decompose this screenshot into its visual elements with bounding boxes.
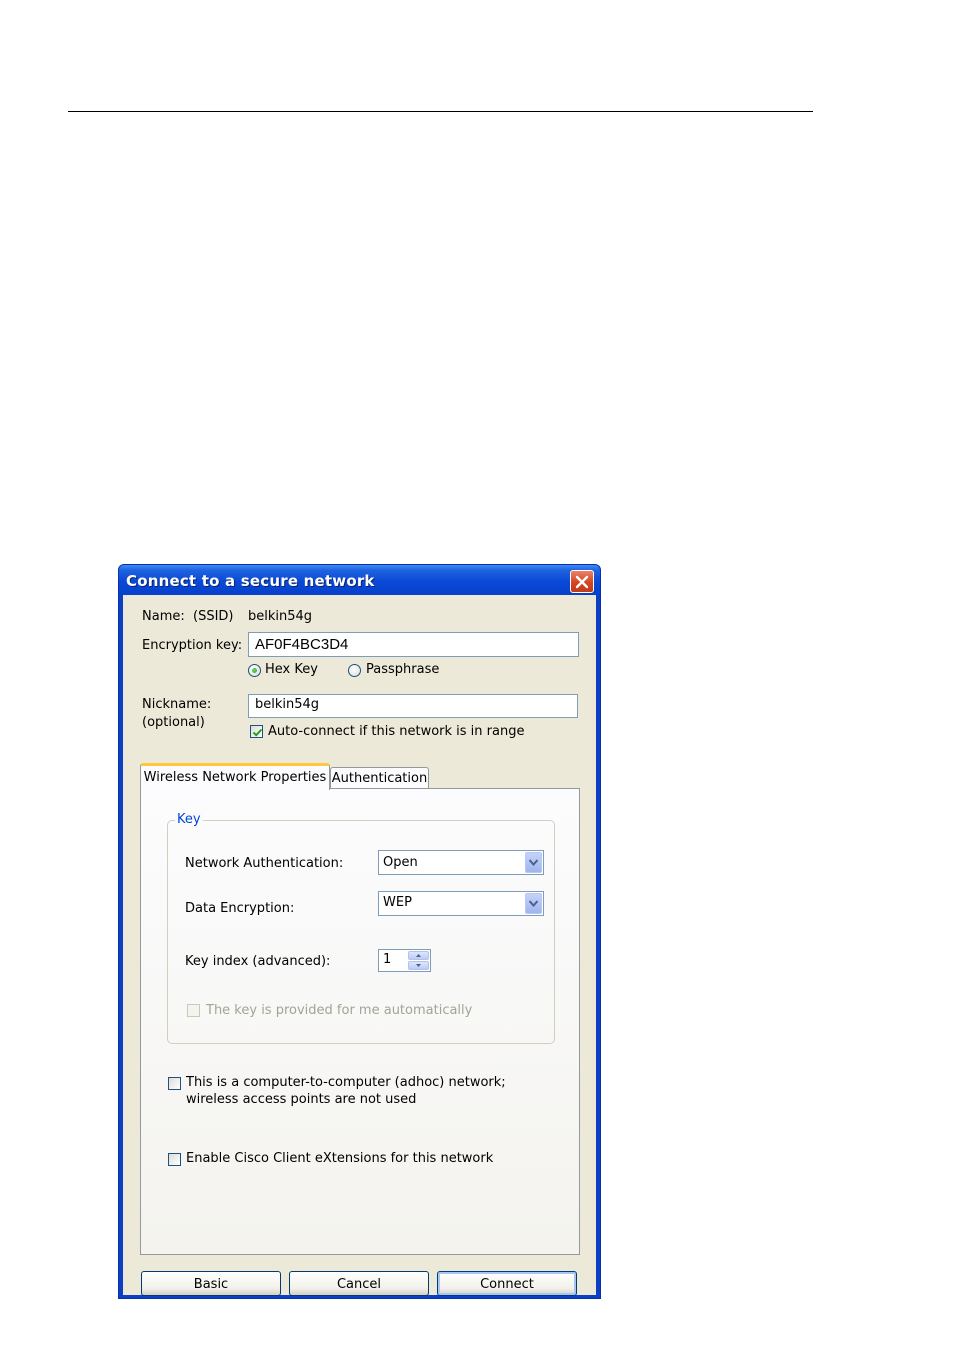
encryption-key-value: AF0F4BC3D4 [255, 636, 349, 653]
encryption-key-input[interactable]: AF0F4BC3D4 [248, 632, 579, 657]
data-encryption-value: WEP [383, 895, 412, 910]
basic-button-label: Basic [193, 1277, 229, 1292]
dropdown-button[interactable] [525, 852, 542, 873]
key-index-label: Key index (advanced): [185, 954, 331, 969]
checkmark-icon [252, 728, 263, 737]
spin-down-button[interactable] [408, 961, 429, 970]
chevron-down-icon [529, 859, 538, 866]
cisco-extensions-label[interactable]: Enable Cisco Client eXtensions for this … [186, 1151, 493, 1166]
key-index-value: 1 [383, 952, 392, 967]
nickname-label: Nickname: [142, 697, 212, 712]
arrow-up-icon [416, 954, 421, 957]
key-index-spinbox[interactable]: 1 [378, 949, 431, 972]
tab-label: Authentication [331, 771, 428, 786]
dialog-body: Name: (SSID) belkin54g Encryption key: A… [123, 595, 596, 1295]
network-authentication-select[interactable]: Open [378, 850, 544, 875]
nickname-value: belkin54g [255, 697, 320, 712]
cancel-button-label: Cancel [336, 1277, 382, 1292]
tab-label: Wireless Network Properties [143, 770, 327, 785]
basic-button[interactable]: Basic [141, 1271, 281, 1296]
dropdown-button[interactable] [525, 893, 542, 914]
radio-selected-dot [252, 668, 257, 673]
page-header-rule [68, 111, 813, 112]
passphrase-radio[interactable] [348, 664, 361, 677]
data-encryption-label: Data Encryption: [185, 901, 295, 916]
data-encryption-select[interactable]: WEP [378, 891, 544, 916]
network-authentication-value: Open [383, 855, 418, 870]
cancel-button[interactable]: Cancel [289, 1271, 429, 1296]
connect-dialog: Connect to a secure network Name: (SSID)… [118, 564, 601, 1299]
adhoc-label-line1[interactable]: This is a computer-to-computer (adhoc) n… [186, 1075, 506, 1090]
key-group-title: Key [175, 812, 203, 827]
key-groupbox: Key Network Authentication: Open Data En… [167, 812, 555, 1044]
name-label: Name: [142, 609, 185, 624]
nickname-input[interactable]: belkin54g [248, 694, 578, 718]
tab-wireless-network-properties[interactable]: Wireless Network Properties [140, 763, 330, 790]
spin-up-button[interactable] [408, 951, 429, 960]
adhoc-checkbox[interactable] [168, 1077, 181, 1090]
auto-connect-label[interactable]: Auto-connect if this network is in range [268, 724, 524, 739]
close-button[interactable] [570, 570, 594, 593]
dialog-title: Connect to a secure network [126, 572, 375, 590]
hex-key-radio[interactable] [248, 664, 261, 677]
cisco-extensions-checkbox[interactable] [168, 1153, 181, 1166]
auto-key-label: The key is provided for me automatically [206, 1003, 473, 1018]
connect-button-label: Connect [480, 1277, 534, 1292]
auto-key-checkbox[interactable] [187, 1004, 200, 1017]
passphrase-label[interactable]: Passphrase [366, 662, 439, 677]
close-icon [575, 575, 589, 588]
ssid-label: (SSID) [193, 609, 234, 624]
connect-button[interactable]: Connect [437, 1271, 577, 1296]
title-bar[interactable]: Connect to a secure network [119, 565, 600, 595]
chevron-down-icon [529, 900, 538, 907]
ssid-value: belkin54g [248, 609, 313, 624]
nickname-optional-label: (optional) [142, 715, 205, 730]
adhoc-label-line2[interactable]: wireless access points are not used [186, 1092, 416, 1107]
encryption-key-label: Encryption key: [142, 638, 243, 653]
wireless-properties-panel: Key Network Authentication: Open Data En… [140, 788, 580, 1255]
auto-connect-checkbox[interactable] [250, 725, 263, 738]
tab-authentication[interactable]: Authentication [330, 767, 429, 789]
network-authentication-label: Network Authentication: [185, 856, 344, 871]
hex-key-label[interactable]: Hex Key [265, 662, 318, 677]
arrow-down-icon [416, 964, 421, 967]
